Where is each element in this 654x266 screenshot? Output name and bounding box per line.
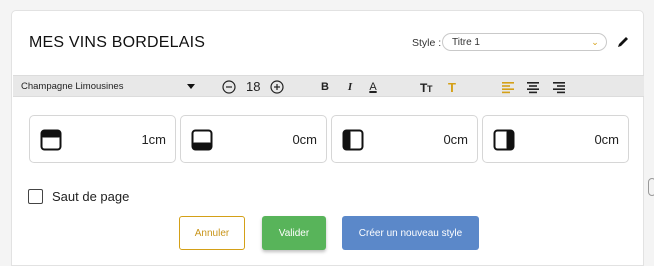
page-break-label[interactable]: Saut de page (52, 189, 129, 204)
margin-top-field[interactable]: 1cm (29, 115, 176, 163)
margin-bottom-icon (191, 129, 213, 151)
style-select[interactable]: Titre 1 ⌄ (442, 33, 607, 51)
margin-left-value: 0cm (443, 132, 468, 147)
italic-button[interactable]: I (344, 79, 356, 95)
style-editor-panel: MES VINS BORDELAIS Style : Titre 1 ⌄ Cha… (11, 10, 644, 266)
page-title: MES VINS BORDELAIS (29, 34, 206, 51)
align-left-icon[interactable] (501, 79, 515, 95)
page-break-checkbox[interactable] (28, 189, 43, 204)
svg-text:T: T (448, 80, 456, 95)
align-right-icon[interactable] (552, 79, 566, 95)
margin-top-icon (40, 129, 62, 151)
margin-bottom-value: 0cm (292, 132, 317, 147)
margin-bottom-field[interactable]: 0cm (180, 115, 327, 163)
format-toolbar: Champagne Limousines 18 B I A T T T (13, 75, 644, 97)
side-handle[interactable] (648, 178, 654, 196)
margin-right-field[interactable]: 0cm (482, 115, 629, 163)
pencil-icon[interactable] (616, 35, 630, 49)
align-center-icon[interactable] (526, 79, 540, 95)
bold-button[interactable]: B (319, 79, 331, 95)
margins-group: 1cm 0cm 0cm 0cm (29, 115, 629, 163)
create-style-button[interactable]: Créer un nouveau style (342, 216, 479, 250)
margin-left-icon (342, 129, 364, 151)
chevron-down-icon: ⌄ (591, 37, 599, 47)
svg-text:T: T (427, 84, 433, 94)
panel-header: MES VINS BORDELAIS Style : Titre 1 ⌄ (12, 11, 643, 75)
style-label: Style : (412, 37, 442, 49)
text-style-icon[interactable]: T (447, 79, 461, 95)
margin-right-value: 0cm (594, 132, 619, 147)
margin-top-value: 1cm (141, 132, 166, 147)
style-select-value: Titre 1 (452, 37, 480, 48)
text-size-icon[interactable]: T T (420, 79, 436, 95)
font-family-select[interactable]: Champagne Limousines (21, 81, 123, 92)
cancel-button[interactable]: Annuler (179, 216, 245, 250)
caret-down-icon[interactable] (186, 81, 196, 91)
minus-circle-icon[interactable] (222, 79, 236, 95)
validate-button[interactable]: Valider (262, 216, 326, 250)
margin-right-icon (493, 129, 515, 151)
text-color-button[interactable]: A (366, 79, 380, 95)
font-size-value: 18 (246, 79, 261, 94)
margin-left-field[interactable]: 0cm (331, 115, 478, 163)
plus-circle-icon[interactable] (270, 79, 284, 95)
